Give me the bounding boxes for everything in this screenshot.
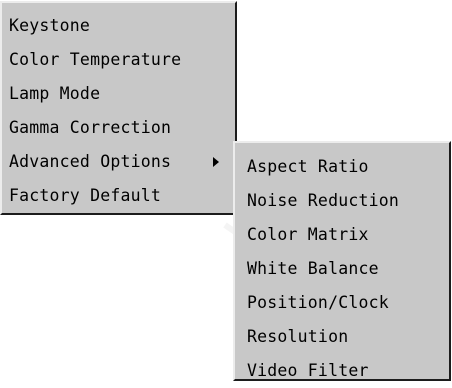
menu-item-color-temperature[interactable]: Color Temperature: [2, 43, 235, 77]
menu-item-label: Keystone: [9, 16, 91, 35]
submenu-item-video-filter[interactable]: Video Filter: [235, 354, 449, 388]
submenu-item-noise-reduction[interactable]: Noise Reduction: [235, 184, 449, 218]
submenu-item-white-balance[interactable]: White Balance: [235, 252, 449, 286]
menu-item-gamma-correction[interactable]: Gamma Correction: [2, 111, 235, 145]
submenu-item-aspect-ratio[interactable]: Aspect Ratio: [235, 150, 449, 184]
submenu-item-color-matrix[interactable]: Color Matrix: [235, 218, 449, 252]
submenu-arrow-icon: [213, 157, 219, 167]
menu-item-label: Factory Default: [9, 186, 162, 205]
submenu-item-label: Aspect Ratio: [247, 157, 369, 176]
advanced-options-submenu: Aspect Ratio Noise Reduction Color Matri…: [233, 141, 451, 381]
submenu-item-label: Resolution: [247, 327, 349, 346]
submenu-item-label: White Balance: [247, 259, 379, 278]
menu-item-label: Lamp Mode: [9, 84, 101, 103]
submenu-item-label: Position/Clock: [247, 293, 389, 312]
menu-item-advanced-options[interactable]: Advanced Options: [2, 145, 235, 179]
main-menu: Keystone Color Temperature Lamp Mode Gam…: [0, 1, 237, 215]
submenu-item-label: Noise Reduction: [247, 191, 400, 210]
menu-item-label: Advanced Options: [9, 152, 172, 171]
menu-item-label: Color Temperature: [9, 50, 182, 69]
submenu-item-label: Color Matrix: [247, 225, 369, 244]
menu-item-factory-default[interactable]: Factory Default: [2, 179, 235, 213]
menu-item-keystone[interactable]: Keystone: [2, 9, 235, 43]
menu-item-label: Gamma Correction: [9, 118, 172, 137]
menu-item-lamp-mode[interactable]: Lamp Mode: [2, 77, 235, 111]
submenu-item-position-clock[interactable]: Position/Clock: [235, 286, 449, 320]
submenu-item-label: Video Filter: [247, 361, 369, 380]
submenu-item-resolution[interactable]: Resolution: [235, 320, 449, 354]
